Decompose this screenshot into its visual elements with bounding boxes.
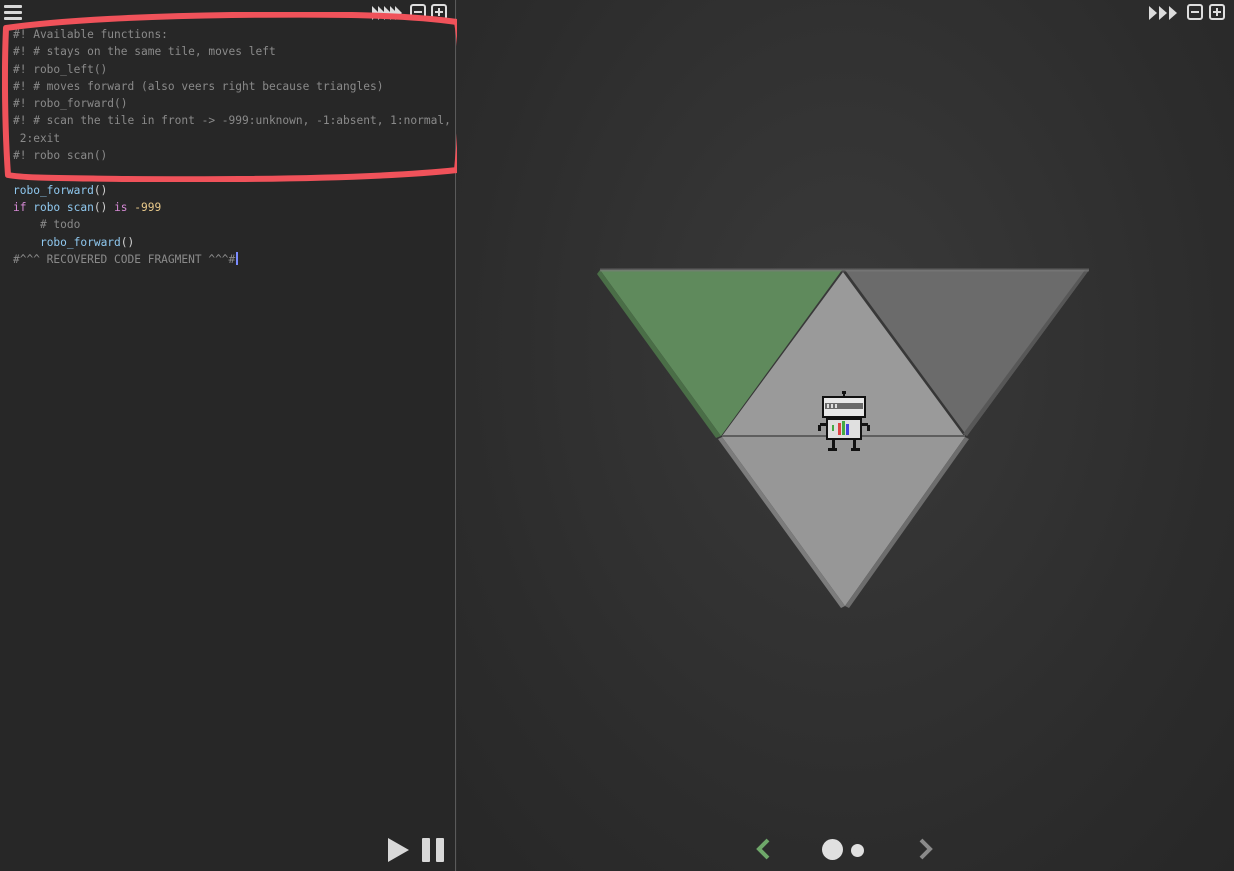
- chevron-right-icon[interactable]: [918, 838, 934, 860]
- page-indicator-dot-active[interactable]: [822, 839, 843, 860]
- page-indicator-dot[interactable]: [851, 844, 864, 857]
- zoom-out-icon-game[interactable]: [1187, 4, 1203, 20]
- code-token: #! # stays on the same tile, moves left: [13, 45, 276, 59]
- code-line[interactable]: #! robo scan(): [13, 147, 451, 164]
- code-line[interactable]: #^^^ RECOVERED CODE FRAGMENT ^^^#: [13, 251, 451, 268]
- code-token: if: [13, 200, 34, 214]
- code-line[interactable]: #! # moves forward (also veers right bec…: [13, 78, 451, 95]
- hamburger-menu-icon[interactable]: [4, 5, 22, 21]
- code-line[interactable]: robo_forward(): [13, 182, 451, 199]
- play-icon[interactable]: [388, 838, 409, 862]
- code-token: (): [93, 183, 108, 197]
- code-token: (): [93, 200, 115, 214]
- code-token: # todo: [13, 218, 81, 232]
- code-line[interactable]: if robo scan() is -999: [13, 199, 451, 216]
- fast-forward-icon[interactable]: [372, 6, 402, 20]
- zoom-in-icon-game[interactable]: [1209, 4, 1225, 20]
- code-line[interactable]: #! Available functions:: [13, 26, 451, 43]
- code-token: #! robo_forward(): [13, 97, 128, 111]
- code-token: robo scan: [33, 200, 94, 214]
- code-line[interactable]: # todo: [13, 216, 451, 233]
- pause-icon[interactable]: [422, 838, 430, 862]
- chevron-left-icon[interactable]: [755, 838, 771, 860]
- code-token: -999: [134, 200, 162, 214]
- code-token: #! Available functions:: [13, 28, 168, 41]
- fast-forward-icon-game[interactable]: [1149, 6, 1179, 20]
- code-text-area[interactable]: #! Available functions: #! # stays on the…: [13, 26, 451, 268]
- code-token: is: [114, 200, 135, 214]
- robot-sprite: [818, 391, 870, 451]
- code-token: robo_forward: [39, 235, 121, 249]
- code-line[interactable]: robo_forward(): [13, 234, 451, 251]
- text-cursor: [236, 251, 239, 265]
- bottom-tile: [722, 437, 965, 606]
- code-line[interactable]: 2:exit: [13, 130, 451, 147]
- code-token: (): [120, 235, 135, 249]
- code-token: 2:exit: [13, 131, 61, 145]
- code-token: #^^^ RECOVERED CODE FRAGMENT ^^^#: [13, 252, 236, 266]
- code-token: #! # scan the tile in front -> -999:unkn…: [13, 114, 451, 128]
- game-view: [457, 0, 1234, 871]
- code-token: robo_forward: [13, 183, 94, 197]
- code-editor-panel[interactable]: #! Available functions: #! # stays on the…: [0, 0, 464, 871]
- code-token: #! robo_left(): [13, 62, 108, 76]
- code-token: #! robo scan(): [13, 149, 108, 163]
- pause-icon-bar-2[interactable]: [436, 838, 444, 862]
- code-line[interactable]: #! robo_left(): [13, 61, 451, 78]
- code-line[interactable]: #! robo_forward(): [13, 95, 451, 112]
- code-token: #! # moves forward (also veers right bec…: [13, 79, 384, 93]
- code-line[interactable]: #! # stays on the same tile, moves left: [13, 43, 451, 60]
- zoom-in-icon[interactable]: [431, 4, 447, 20]
- code-line[interactable]: [13, 164, 451, 181]
- zoom-out-icon[interactable]: [410, 4, 426, 20]
- code-line[interactable]: #! # scan the tile in front -> -999:unkn…: [13, 112, 451, 129]
